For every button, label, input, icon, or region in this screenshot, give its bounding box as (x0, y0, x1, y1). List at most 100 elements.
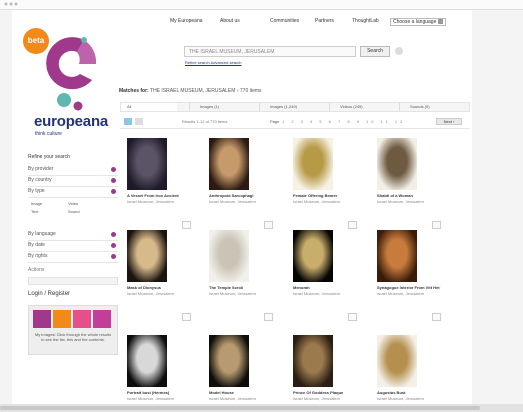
refine-title: Refine your search (28, 154, 70, 160)
promo-box[interactable]: My Images! Click through the whole resul… (28, 305, 118, 355)
result-provider: Israel Museum, Jerusalem (127, 396, 174, 401)
promo-tile (93, 310, 111, 328)
filter-by-provider[interactable]: By provider (28, 165, 118, 176)
result-provider: Israel Museum, Jerusalem (377, 199, 424, 204)
save-item-icon[interactable] (348, 221, 357, 229)
language-select-label: Choose a language (393, 19, 437, 25)
breadcrumb-value[interactable]: THE ISRAEL MUSEUM, JERUSALEM › 770 items (150, 88, 262, 94)
pagination-links[interactable]: 1 2 3 4 5 6 7 8 9 10 11 12 (282, 119, 405, 124)
result-title[interactable]: Portrait bust (Hermes) (127, 390, 191, 395)
result-thumbnail[interactable] (293, 335, 333, 387)
beta-badge: beta (23, 28, 49, 54)
result-type-tabs: All Images (1) Images (1,249) Videos (24… (120, 102, 470, 112)
save-item-icon[interactable] (432, 313, 441, 321)
save-item-icon[interactable] (264, 313, 273, 321)
grid-view-icon[interactable] (124, 118, 132, 125)
search-input[interactable]: THE ISRAEL MUSEUM, JERUSALEM (184, 46, 356, 57)
result-thumbnail[interactable] (209, 230, 249, 282)
result-provider: Israel Museum, Jerusalem (209, 396, 256, 401)
type-sound[interactable]: Sound (68, 209, 80, 214)
result-title[interactable]: A Vessel From Iron Ancient (127, 193, 191, 198)
logo-wordmark: europeana (34, 113, 109, 130)
result-card[interactable]: Anthropoid Sarcophagi Israel Museum, Jeru… (209, 138, 273, 231)
result-card[interactable]: Menorah Israel Museum, Jerusalem (293, 230, 357, 323)
result-thumbnail[interactable] (293, 230, 333, 282)
help-icon[interactable] (395, 47, 403, 55)
scrollbar-thumb[interactable] (0, 406, 480, 410)
result-title[interactable]: The Temple Scroll (209, 285, 273, 290)
tab-images-b[interactable]: Images (1,249) (259, 103, 297, 111)
result-title[interactable]: Prince Of Goddess Plaque (293, 390, 357, 395)
result-card[interactable]: Female Offering Bearer Israel Museum, Jer… (293, 138, 357, 231)
result-card[interactable]: Prince Of Goddess Plaque Israel Museum, J… (293, 335, 357, 412)
next-page-button[interactable]: Next › (436, 118, 462, 125)
filter-by-rights[interactable]: By rights (28, 252, 118, 263)
result-card[interactable]: Shabti of a Woman Israel Museum, Jerusale… (377, 138, 441, 231)
result-title[interactable]: Female Offering Bearer (293, 193, 357, 198)
tab-videos[interactable]: Videos (249) (329, 103, 363, 111)
result-thumbnail[interactable] (377, 335, 417, 387)
filter-by-language[interactable]: By language (28, 230, 118, 241)
tab-all[interactable]: All (121, 103, 177, 111)
results-count: Results 1-12 of 770 items (182, 119, 228, 124)
search-options-links[interactable]: Refine search Advanced search (185, 60, 241, 65)
result-thumbnail[interactable] (127, 230, 167, 282)
filter-label: By provider (28, 166, 54, 172)
nav-thoughtlab[interactable]: ThoughtLab (352, 18, 379, 24)
result-thumbnail[interactable] (293, 138, 333, 190)
result-provider: Israel Museum, Jerusalem (209, 199, 256, 204)
result-title[interactable]: Augustus Bust (377, 390, 441, 395)
list-view-icon[interactable] (135, 118, 143, 125)
nav-about-us[interactable]: About us (220, 18, 240, 24)
type-video[interactable]: Video (68, 201, 78, 206)
result-card[interactable]: Portrait bust (Hermes) Israel Museum, Jer… (127, 335, 191, 412)
filter-label: By rights (28, 253, 48, 259)
filter-by-country[interactable]: By country (28, 176, 118, 187)
nav-my-europeana[interactable]: My Europeana (170, 18, 203, 24)
result-title[interactable]: Synagogue Interior From Vitt Het Wiel (377, 285, 441, 290)
result-title[interactable]: Model House (209, 390, 273, 395)
result-thumbnail[interactable] (377, 230, 417, 282)
actions-field[interactable] (28, 277, 118, 285)
filter-by-type[interactable]: By type (28, 187, 118, 198)
result-title[interactable]: Menorah (293, 285, 357, 290)
horizontal-scrollbar[interactable] (0, 404, 523, 412)
save-item-icon[interactable] (182, 313, 191, 321)
result-thumbnail[interactable] (127, 138, 167, 190)
filter-by-date[interactable]: By date (28, 241, 118, 252)
result-thumbnail[interactable] (209, 138, 249, 190)
nav-partners[interactable]: Partners (315, 18, 334, 24)
result-card[interactable]: A Vessel From Iron Ancient Israel Museum,… (127, 138, 191, 231)
save-item-icon[interactable] (182, 221, 191, 229)
result-provider: Israel Museum, Jerusalem (377, 291, 424, 296)
result-card[interactable]: Augustus Bust Israel Museum, Jerusalem (377, 335, 441, 412)
result-thumbnail[interactable] (209, 335, 249, 387)
result-thumbnail[interactable] (127, 335, 167, 387)
result-title[interactable]: Anthropoid Sarcophagi (209, 193, 273, 198)
result-provider: Israel Museum, Jerusalem (293, 199, 340, 204)
expand-icon (111, 254, 116, 259)
result-card[interactable]: The Temple Scroll Israel Museum, Jerusale… (209, 230, 273, 323)
type-image[interactable]: Image (31, 201, 42, 206)
promo-tile (73, 310, 91, 328)
result-title[interactable]: Shabti of a Woman (377, 193, 441, 198)
result-title[interactable]: Mask of Dionysus (127, 285, 191, 290)
europeana-logo[interactable]: beta europeana think culture (22, 18, 117, 137)
save-item-icon[interactable] (348, 313, 357, 321)
nav-communities[interactable]: Communities (270, 18, 299, 24)
language-select[interactable]: Choose a language (390, 18, 447, 26)
promo-tile (33, 310, 51, 328)
result-card[interactable]: Synagogue Interior From Vitt Het WielIsr… (377, 230, 441, 323)
tab-images-a[interactable]: Images (1) (189, 103, 219, 111)
login-register-link[interactable]: Login / Register (28, 291, 118, 301)
result-thumbnail[interactable] (377, 138, 417, 190)
save-item-icon[interactable] (432, 221, 441, 229)
result-card[interactable]: Mask of Dionysus Israel Museum, Jerusalem (127, 230, 191, 323)
save-item-icon[interactable] (264, 221, 273, 229)
search-button[interactable]: Search (360, 46, 390, 57)
tab-sounds[interactable]: Sounds (0) (399, 103, 430, 111)
page-label: Page (270, 119, 280, 124)
type-text[interactable]: Text (31, 209, 38, 214)
result-card[interactable]: Model House Israel Museum, Jerusalem (209, 335, 273, 412)
result-provider: Israel Museum, Jerusalem (377, 396, 424, 401)
